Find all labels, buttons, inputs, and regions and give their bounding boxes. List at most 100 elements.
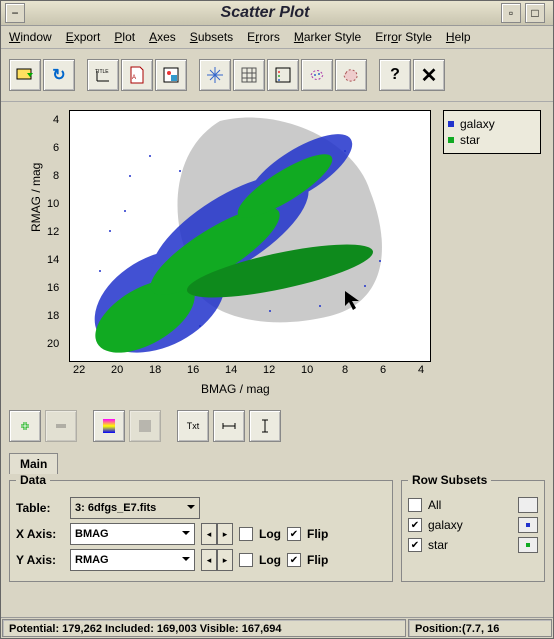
- x-tick: 22: [73, 364, 85, 376]
- data-panel: Data Table: 3: 6dfgs_E7.fits X Axis: BMA…: [9, 473, 393, 582]
- toolbar: ↻ TITLE A ? ✕: [1, 49, 553, 102]
- yaxis-flip-checkbox[interactable]: ✔: [287, 553, 301, 567]
- table-select[interactable]: 3: 6dfgs_E7.fits: [70, 497, 200, 519]
- x-axis-label: BMAG / mag: [201, 382, 270, 396]
- help-button[interactable]: ?: [379, 59, 411, 91]
- minimize-button[interactable]: ▫: [501, 3, 521, 23]
- export-pdf-button[interactable]: A: [121, 59, 153, 91]
- xaxis-label: X Axis:: [16, 527, 64, 541]
- subsets-panel-legend: Row Subsets: [408, 473, 491, 487]
- xaxis-stepper[interactable]: ◂▸: [201, 523, 233, 545]
- status-counts: Potential: 179,262 Included: 169,003 Vis…: [2, 619, 406, 637]
- x-tick: 8: [342, 364, 348, 376]
- y-error-button[interactable]: [249, 410, 281, 442]
- x-tick: 20: [111, 364, 123, 376]
- menu-window[interactable]: Window: [9, 30, 52, 44]
- rescale-button[interactable]: [199, 59, 231, 91]
- legend-label: galaxy: [460, 117, 495, 131]
- status-position: Position:(7.7, 16: [408, 619, 552, 637]
- y-axis-label: RMAG / mag: [29, 163, 43, 232]
- menu-plot[interactable]: Plot: [114, 30, 135, 44]
- x-tick: 10: [301, 364, 313, 376]
- yaxis-stepper[interactable]: ◂▸: [201, 549, 233, 571]
- subset-all-checkbox[interactable]: [408, 498, 422, 512]
- menu-axes[interactable]: Axes: [149, 30, 176, 44]
- x-tick: 4: [418, 364, 424, 376]
- subset-star-checkbox[interactable]: ✔: [408, 538, 422, 552]
- aux-remove-button[interactable]: [129, 410, 161, 442]
- flip-label: Flip: [307, 553, 328, 567]
- plot-legend: galaxy star: [443, 110, 541, 154]
- legend-button[interactable]: [267, 59, 299, 91]
- yaxis-label: Y Axis:: [16, 553, 64, 567]
- window-title: Scatter Plot: [29, 4, 501, 22]
- aux-shader-button[interactable]: [93, 410, 125, 442]
- legend-label: star: [460, 133, 480, 147]
- log-label: Log: [259, 553, 281, 567]
- xaxis-select[interactable]: BMAG: [70, 523, 195, 545]
- redraw-button[interactable]: ↻: [43, 59, 75, 91]
- blob-select-button[interactable]: [335, 59, 367, 91]
- y-tick: 18: [47, 310, 59, 322]
- subset-all-swatch[interactable]: [518, 497, 538, 513]
- maximize-button[interactable]: □: [525, 3, 545, 23]
- y-tick: 16: [47, 282, 59, 294]
- x-tick: 18: [149, 364, 161, 376]
- axes-config-button[interactable]: TITLE: [87, 59, 119, 91]
- legend-item: galaxy: [448, 117, 536, 131]
- add-dataset-button[interactable]: [9, 410, 41, 442]
- remove-dataset-button[interactable]: [45, 410, 77, 442]
- x-tick: 16: [187, 364, 199, 376]
- yaxis-log-checkbox[interactable]: [239, 553, 253, 567]
- menu-subsets[interactable]: Subsets: [190, 30, 233, 44]
- grid-button[interactable]: [233, 59, 265, 91]
- subset-star-swatch[interactable]: [518, 537, 538, 553]
- row-subsets-panel: Row Subsets All ✔ galaxy ✔ star: [401, 473, 545, 582]
- data-panel-legend: Data: [16, 473, 50, 487]
- subset-label: galaxy: [428, 518, 512, 532]
- plot-area: RMAG / mag: [1, 102, 553, 400]
- status-bar: Potential: 179,262 Included: 169,003 Vis…: [1, 617, 553, 638]
- yaxis-select[interactable]: RMAG: [70, 549, 195, 571]
- subset-galaxy-swatch[interactable]: [518, 517, 538, 533]
- menu-help[interactable]: Help: [446, 30, 471, 44]
- menu-errors[interactable]: Errors: [247, 30, 280, 44]
- x-tick: 6: [380, 364, 386, 376]
- y-tick: 6: [53, 142, 59, 154]
- tab-main[interactable]: Main: [9, 453, 58, 474]
- y-tick: 4: [53, 114, 59, 126]
- y-tick: 8: [53, 170, 59, 182]
- replot-button[interactable]: [9, 59, 41, 91]
- titlebar: − Scatter Plot ▫ □: [1, 1, 553, 26]
- y-tick: 12: [47, 226, 59, 238]
- menu-marker-style[interactable]: Marker Style: [294, 30, 361, 44]
- export-image-button[interactable]: [155, 59, 187, 91]
- text-label-button[interactable]: Txt: [177, 410, 209, 442]
- legend-swatch-icon: [448, 137, 454, 143]
- menu-error-style[interactable]: Error Style: [375, 30, 432, 44]
- tabs: Main: [1, 452, 553, 473]
- app-window: − Scatter Plot ▫ □ Window Export Plot Ax…: [0, 0, 554, 639]
- y-tick: 14: [47, 254, 59, 266]
- scatter-plot[interactable]: [69, 110, 431, 362]
- xaxis-log-checkbox[interactable]: [239, 527, 253, 541]
- legend-swatch-icon: [448, 121, 454, 127]
- close-button[interactable]: ✕: [413, 59, 445, 91]
- subset-from-region-button[interactable]: [301, 59, 333, 91]
- subset-galaxy-checkbox[interactable]: ✔: [408, 518, 422, 532]
- subset-label: All: [428, 498, 512, 512]
- x-tick: 14: [225, 364, 237, 376]
- subset-label: star: [428, 538, 512, 552]
- svg-text:A: A: [132, 75, 136, 81]
- y-tick: 10: [47, 198, 59, 210]
- xaxis-flip-checkbox[interactable]: ✔: [287, 527, 301, 541]
- x-error-button[interactable]: [213, 410, 245, 442]
- menubar: Window Export Plot Axes Subsets Errors M…: [1, 26, 553, 49]
- menu-export[interactable]: Export: [66, 30, 101, 44]
- y-tick: 20: [47, 338, 59, 350]
- legend-item: star: [448, 133, 536, 147]
- aux-toolbar: Txt: [1, 400, 553, 452]
- log-label: Log: [259, 527, 281, 541]
- sysmenu-button[interactable]: −: [5, 3, 25, 23]
- table-label: Table:: [16, 501, 64, 515]
